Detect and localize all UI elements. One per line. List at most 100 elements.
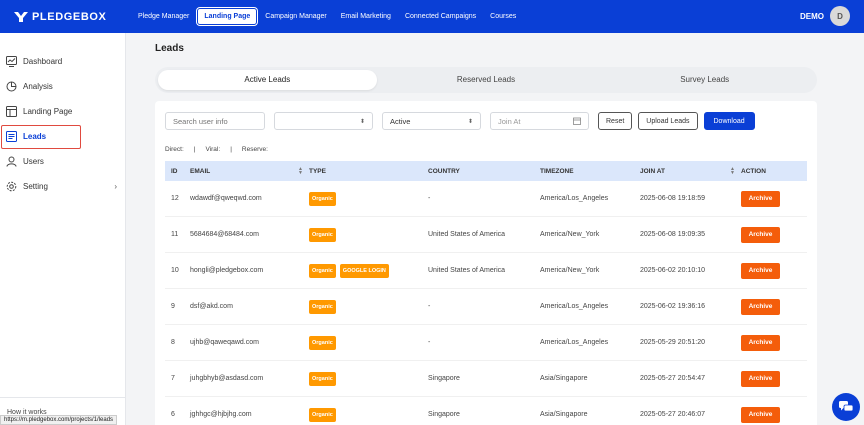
stat-separator: | (193, 146, 196, 153)
cell-join-at: 2025-05-29 20:51:20 (640, 339, 705, 346)
select-arrows-icon: ⬍ (359, 118, 365, 125)
cell-email: jghhgc@hjbjhg.com (190, 411, 252, 418)
cell-id: 10 (171, 267, 179, 274)
type-badge: Organic (309, 407, 336, 422)
dashboard-icon (6, 55, 17, 67)
archive-button[interactable]: Archive (741, 406, 780, 423)
brand-logo[interactable]: PLEDGEBOX (14, 11, 122, 23)
upload-leads-button[interactable]: Upload Leads (638, 112, 698, 130)
stat-direct: Direct: (165, 146, 184, 153)
cell-action: Archive (741, 190, 807, 207)
sidebar-item-leads[interactable]: Leads (0, 125, 125, 149)
stat-separator: | (230, 146, 232, 153)
cell-type: Organic GOOGLE LOGIN (309, 263, 428, 278)
sidebar: Dashboard Analysis Landing Page Leads Us… (0, 33, 126, 425)
source-select[interactable]: ⬍ (274, 112, 373, 130)
cell-join-at: 2025-05-27 20:54:47 (640, 375, 705, 382)
cell-timezone: Asia/Singapore (540, 375, 588, 382)
nav-connected-campaigns[interactable]: Connected Campaigns (399, 9, 482, 24)
cell-email: wdawdf@qweqwd.com (190, 195, 262, 202)
cell-join-at: 2025-06-08 19:18:59 (640, 195, 705, 202)
sidebar-footer: How it works https://m.pledgebox.com/pro… (0, 397, 126, 425)
leads-card: ⬍ Active ⬍ Join At Reset Upload Leads Do… (155, 101, 817, 425)
cell-join-at: 2025-06-02 20:10:10 (640, 267, 705, 274)
sidebar-item-setting[interactable]: Setting › (0, 175, 125, 197)
search-input[interactable] (165, 112, 265, 130)
stat-viral: Viral: (205, 146, 221, 153)
table-row: 11 5684684@68484.com Organic United States … (165, 217, 807, 253)
status-select-value: Active (390, 116, 411, 126)
col-join-at-label: JOIN AT (640, 167, 665, 175)
top-bar: PLEDGEBOX Pledge Manager Landing Page Ca… (0, 0, 864, 33)
cell-action: Archive (741, 262, 807, 279)
leads-icon (6, 130, 17, 142)
pledgebox-logo-icon (14, 11, 28, 22)
table-row: 6 jghhgc@hjbjhg.com Organic Singapore Asia/S… (165, 397, 807, 425)
cell-timezone: America/Los_Angeles (540, 195, 609, 202)
col-email[interactable]: EMAIL ▲ ▼ (190, 166, 309, 175)
tab-survey-leads[interactable]: Survey Leads (595, 70, 814, 90)
chat-icon (839, 401, 853, 412)
page-title: Leads (155, 43, 184, 54)
cell-action: Archive (741, 406, 807, 423)
sidebar-item-dashboard[interactable]: Dashboard (0, 50, 125, 72)
table-row: 8 ujhb@qaweqawd.com Organic - America/Los_An… (165, 325, 807, 361)
user-menu[interactable]: DEMO D (800, 6, 850, 26)
archive-button[interactable]: Archive (741, 298, 780, 315)
col-type: TYPE (309, 167, 326, 175)
sidebar-item-label: Analysis (23, 81, 53, 91)
stat-reserve: Reserve: (241, 146, 268, 153)
table-body: 12 wdawdf@qweqwd.com Organic - America/Los_A… (165, 181, 807, 425)
sort-icon[interactable]: ▲ ▼ (730, 166, 735, 175)
nav-email-marketing[interactable]: Email Marketing (335, 9, 397, 24)
sort-icon[interactable]: ▲ ▼ (298, 166, 303, 175)
archive-button[interactable]: Archive (741, 226, 780, 243)
cell-id: 12 (171, 195, 179, 202)
brand-name: PLEDGEBOX (32, 10, 107, 23)
col-id: ID (171, 167, 178, 175)
archive-button[interactable]: Archive (741, 190, 780, 207)
chat-widget-button[interactable] (832, 393, 860, 421)
gear-icon (6, 181, 17, 192)
col-join-at[interactable]: JOIN AT ▲ ▼ (640, 166, 741, 175)
cell-country: - (428, 339, 431, 346)
cell-country: - (428, 303, 431, 310)
nav-landing-page[interactable]: Landing Page (197, 8, 258, 25)
type-badge: Organic (309, 263, 336, 278)
archive-button[interactable]: Archive (741, 370, 780, 387)
tab-active-leads[interactable]: Active Leads (158, 70, 377, 90)
table-row: 7 juhgbhyb@asdasd.com Organic Singapore Asia… (165, 361, 807, 397)
main-content: Leads Active Leads Reserved Leads Survey… (127, 33, 864, 425)
sidebar-item-landing-page[interactable]: Landing Page (0, 100, 125, 122)
archive-button[interactable]: Archive (741, 262, 780, 279)
cell-timezone: America/Los_Angeles (540, 303, 609, 310)
sidebar-item-analysis[interactable]: Analysis (0, 75, 125, 97)
cell-type: Organic (309, 227, 428, 242)
cell-country: Singapore (428, 411, 460, 418)
cell-id: 8 (171, 339, 175, 346)
nav-courses[interactable]: Courses (484, 9, 522, 24)
type-badge: Organic (309, 191, 336, 206)
cell-timezone: America/New_York (540, 231, 600, 238)
leads-tabs: Active Leads Reserved Leads Survey Leads (155, 67, 817, 93)
cell-type: Organic (309, 299, 428, 314)
col-action: ACTION (741, 167, 766, 175)
chevron-right-icon: › (114, 181, 117, 191)
nav-campaign-manager[interactable]: Campaign Manager (259, 9, 332, 24)
sidebar-item-label: Dashboard (23, 56, 63, 66)
status-select[interactable]: Active ⬍ (382, 112, 481, 130)
user-name: DEMO (800, 11, 824, 21)
tab-reserved-leads[interactable]: Reserved Leads (377, 70, 596, 90)
cell-action: Archive (741, 334, 807, 351)
archive-button[interactable]: Archive (741, 334, 780, 351)
avatar[interactable]: D (830, 6, 850, 26)
join-at-date-picker[interactable]: Join At (490, 112, 589, 130)
sidebar-item-users[interactable]: Users (0, 150, 125, 172)
type-badge: Organic (309, 299, 336, 314)
nav-pledge-manager[interactable]: Pledge Manager (132, 9, 195, 24)
cell-email: 5684684@68484.com (190, 231, 259, 238)
cell-join-at: 2025-06-08 19:09:35 (640, 231, 705, 238)
download-button[interactable]: Download (703, 112, 755, 130)
reset-button[interactable]: Reset (598, 112, 633, 130)
users-icon (6, 156, 17, 167)
